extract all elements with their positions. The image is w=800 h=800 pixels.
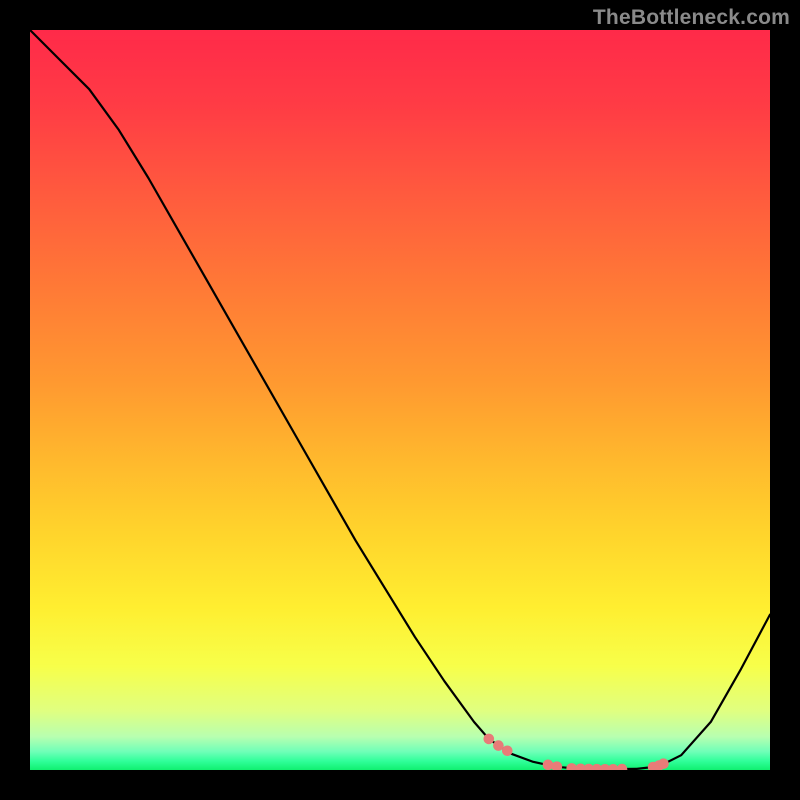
- optimal-marker: [493, 740, 504, 751]
- bottleneck-curve: [30, 30, 770, 769]
- optimal-marker: [617, 764, 628, 770]
- optimal-marker: [484, 734, 495, 745]
- chart-container: TheBottleneck.com: [0, 0, 800, 800]
- optimal-zone-markers: [484, 734, 669, 770]
- optimal-marker: [658, 758, 669, 769]
- optimal-marker: [543, 760, 554, 770]
- curve-layer: [30, 30, 770, 770]
- plot-area: [30, 30, 770, 770]
- optimal-marker: [502, 745, 513, 756]
- optimal-marker: [552, 761, 563, 770]
- watermark-text: TheBottleneck.com: [593, 6, 790, 30]
